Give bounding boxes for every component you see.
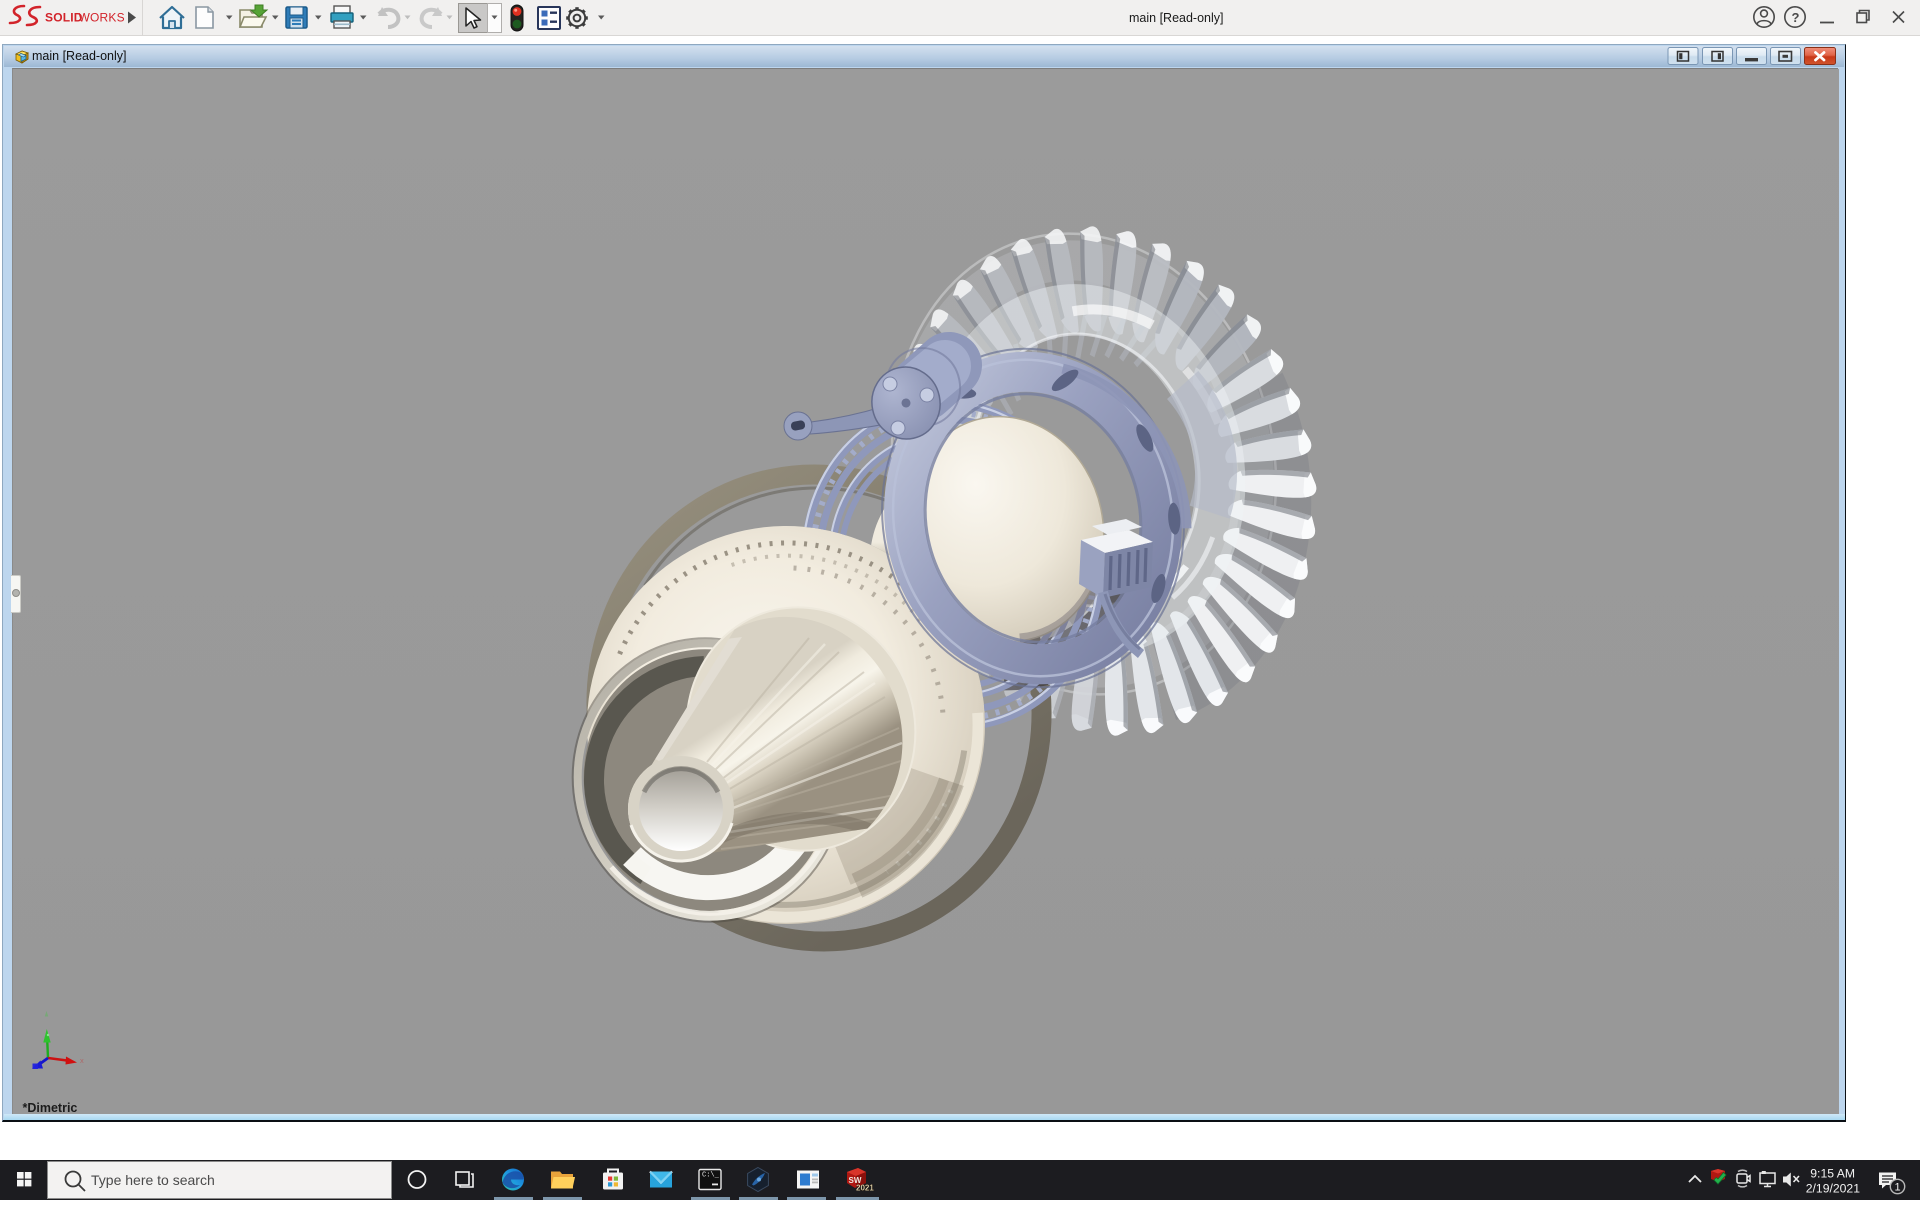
svg-text:*Dimetric: *Dimetric	[23, 1101, 78, 1115]
svg-text:9:15 AM: 9:15 AM	[1810, 1167, 1855, 1181]
svg-text:?: ?	[1792, 10, 1800, 25]
svg-text:x: x	[80, 1056, 84, 1065]
svg-text:C:\_: C:\_	[702, 1172, 720, 1180]
svg-text:2/19/2021: 2/19/2021	[1806, 1182, 1860, 1196]
svg-text:SOLID: SOLID	[45, 11, 83, 25]
svg-text:2021: 2021	[856, 1184, 874, 1193]
svg-text:1: 1	[1894, 1182, 1900, 1194]
svg-text:WORKS: WORKS	[79, 11, 125, 25]
